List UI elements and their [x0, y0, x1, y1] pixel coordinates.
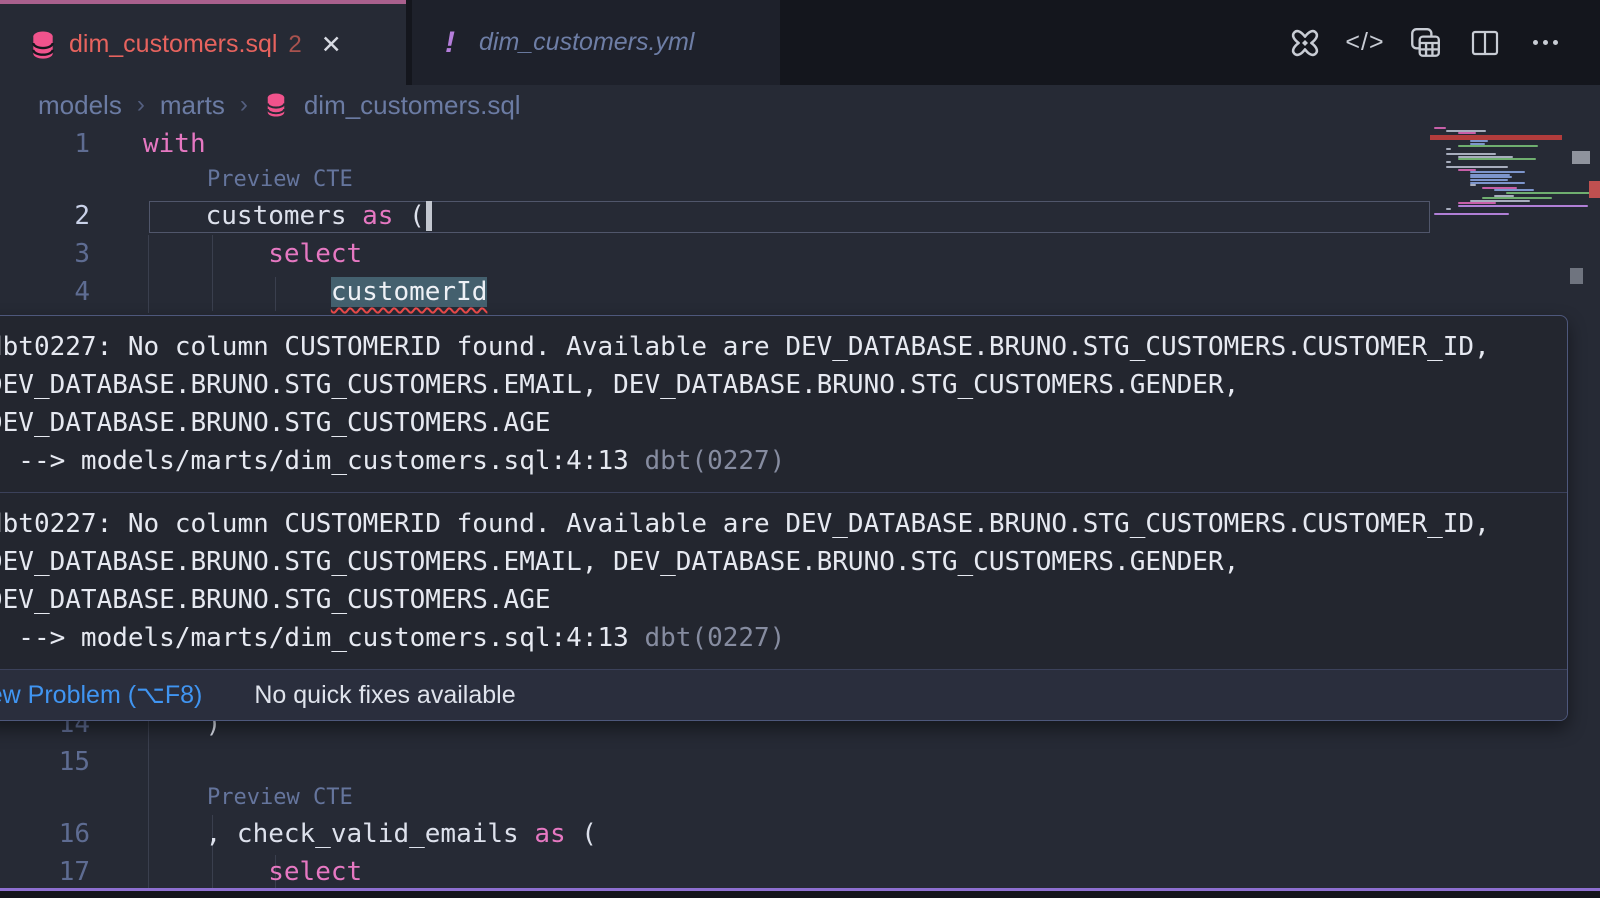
minimap-error-line — [1430, 135, 1562, 140]
tab-label: dim_customers.sql — [69, 30, 277, 59]
diagnostic-text: DEV_DATABASE.BRUNO.STG_CUSTOMERS.AGE — [0, 581, 1557, 619]
line-number: 17 — [0, 853, 90, 891]
editor-actions: </> — [1288, 0, 1600, 85]
minimap-code-line — [1470, 182, 1525, 184]
diagnostic-source: dbt(0227) — [629, 623, 786, 653]
breadcrumb-marts[interactable]: marts — [160, 90, 225, 121]
tab-dim-customers-sql[interactable]: dim_customers.sql 2 ✕ — [0, 0, 406, 85]
codelens-preview-cte-link[interactable]: Preview CTE — [90, 781, 353, 815]
minimap-code-line — [1446, 148, 1451, 150]
minimap-code-line — [1446, 166, 1508, 168]
diagnostic-text: DEV_DATABASE.BRUNO.STG_CUSTOMERS.EMAIL, … — [0, 366, 1557, 404]
diagnostic-text: dbt0227: No column CUSTOMERID found. Ava… — [0, 505, 1557, 543]
code-line[interactable]: 3 select — [0, 235, 1430, 273]
tab-dim-customers-yml[interactable]: ! dim_customers.yml — [412, 0, 780, 85]
chevron-right-icon: › — [137, 91, 145, 119]
overview-ruler-mark — [1572, 151, 1590, 164]
diagnostic-text: DEV_DATABASE.BRUNO.STG_CUSTOMERS.EMAIL, … — [0, 543, 1557, 581]
database-icon — [265, 93, 287, 117]
diagnostic-text: DEV_DATABASE.BRUNO.STG_CUSTOMERS.AGE — [0, 404, 1557, 442]
query-results-table-icon[interactable] — [1408, 26, 1442, 60]
code-line[interactable]: 4 customerId — [0, 273, 1430, 311]
breadcrumb-models[interactable]: models — [38, 90, 122, 121]
problem-count-badge: 2 — [288, 31, 301, 59]
minimap-code-line — [1470, 179, 1508, 181]
minimap-code-line — [1458, 132, 1476, 134]
minimap-code-line — [1482, 197, 1552, 199]
line-number: 15 — [0, 743, 90, 781]
error-word-customerid[interactable]: customerId — [331, 277, 488, 307]
vscode-editor-window: dim_customers.sql 2 ✕ ! dim_customers.ym… — [0, 0, 1600, 898]
hover-status-bar: View Problem (⌥F8) No quick fixes availa… — [0, 669, 1567, 720]
codelens-row: Preview CTE — [0, 163, 1430, 197]
minimap-code-line — [1434, 213, 1509, 215]
line-number: 1 — [0, 125, 90, 163]
breadcrumb: models › marts › dim_customers.sql — [0, 85, 1600, 125]
split-editor-icon[interactable] — [1468, 26, 1502, 60]
line-number: 16 — [0, 815, 90, 853]
minimap-code-line — [1470, 140, 1488, 142]
minimap-code-line — [1458, 158, 1536, 160]
diagnostic-message-block: dbt0227: No column CUSTOMERID found. Ava… — [0, 493, 1567, 669]
breadcrumb-file[interactable]: dim_customers.sql — [304, 90, 521, 121]
diagnostic-location-link[interactable]: --> models/marts/dim_customers.sql:4:13 — [0, 623, 629, 653]
database-icon — [30, 31, 56, 59]
codelens-preview-cte-link[interactable]: Preview CTE — [90, 163, 353, 197]
minimap-code-line — [1470, 184, 1476, 186]
overview-ruler-mark — [1589, 181, 1600, 198]
code-line[interactable]: 15 — [0, 743, 1430, 781]
code-line[interactable]: 1with — [0, 125, 1430, 163]
line-number: 3 — [0, 235, 90, 273]
codelens-row: Preview CTE — [0, 781, 1430, 815]
error-hover-popup: dbt0227: No column CUSTOMERID found. Ava… — [0, 315, 1568, 721]
warning-exclamation-icon: ! — [445, 26, 455, 60]
diagnostic-message-block: dbt0227: No column CUSTOMERID found. Ava… — [0, 316, 1567, 492]
line-number: 2 — [0, 197, 90, 235]
minimap-code-line — [1470, 171, 1525, 173]
diagnostic-source: dbt(0227) — [629, 446, 786, 476]
no-quick-fixes-label: No quick fixes available — [254, 681, 515, 710]
scrollbar-overview-ruler[interactable] — [1568, 125, 1600, 888]
diagnostic-location-link[interactable]: --> models/marts/dim_customers.sql:4:13 — [0, 446, 629, 476]
minimap-code-line — [1446, 161, 1451, 163]
diagnostic-text: dbt0227: No column CUSTOMERID found. Ava… — [0, 328, 1557, 366]
close-icon[interactable]: ✕ — [321, 30, 342, 60]
tab-label: dim_customers.yml — [479, 28, 694, 57]
text-cursor — [426, 201, 432, 231]
more-actions-icon[interactable] — [1528, 26, 1562, 60]
panel-edge — [0, 891, 1600, 898]
compile-code-icon[interactable]: </> — [1348, 26, 1382, 60]
line-number: 4 — [0, 273, 90, 311]
chevron-right-icon: › — [240, 91, 248, 119]
code-line[interactable]: 16 , check_valid_emails as ( — [0, 815, 1430, 853]
dbt-icon[interactable] — [1288, 26, 1322, 60]
minimap-code-line — [1446, 208, 1451, 210]
code-line[interactable]: 17 select — [0, 853, 1430, 891]
overview-ruler-mark — [1570, 268, 1583, 284]
view-problem-link[interactable]: View Problem (⌥F8) — [0, 680, 202, 710]
minimap-code-line — [1446, 153, 1496, 155]
tab-bar: dim_customers.sql 2 ✕ ! dim_customers.ym… — [0, 0, 1600, 85]
minimap-code-line — [1434, 127, 1446, 129]
minimap-code-line — [1458, 145, 1538, 147]
code-line[interactable]: 2 customers as ( — [0, 197, 1430, 235]
